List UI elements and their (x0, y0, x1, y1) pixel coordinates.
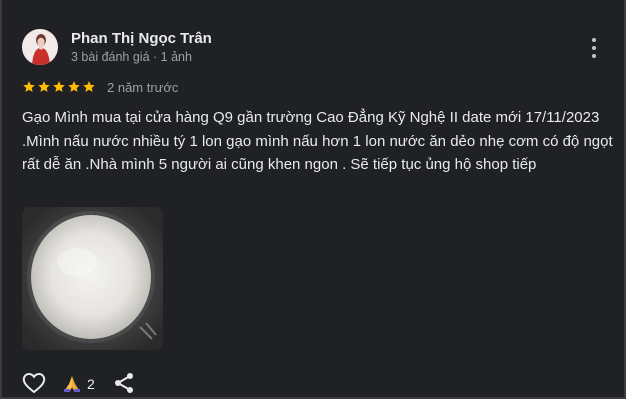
star-rating (22, 80, 96, 94)
share-button[interactable] (113, 372, 135, 394)
reaction-button[interactable]: 2 (63, 373, 95, 395)
review-photo[interactable] (22, 207, 163, 350)
author-avatar[interactable] (22, 29, 58, 65)
heart-outline-icon (22, 372, 46, 394)
more-vert-icon (592, 38, 596, 58)
review-time: 2 năm trước (107, 80, 179, 95)
like-button[interactable] (22, 372, 46, 394)
avatar-image (22, 29, 58, 65)
review-text: Gạo Mình mua tại cửa hàng Q9 gần trường … (22, 109, 613, 173)
star-icon (53, 81, 65, 92)
reaction-count: 2 (87, 376, 95, 392)
rice-photo-image (22, 207, 163, 350)
star-icon (68, 81, 80, 92)
review-card: Phan Thị Ngọc Trân 3 bài đánh giá · 1 ản… (0, 0, 626, 399)
star-icon (23, 81, 35, 92)
star-icon (38, 81, 50, 92)
more-options-button[interactable] (585, 36, 603, 60)
star-icon (83, 81, 95, 92)
praying-hands-icon (64, 376, 80, 392)
review-actions: 2 (22, 370, 222, 396)
author-name[interactable]: Phan Thị Ngọc Trân (71, 30, 212, 47)
share-icon (115, 373, 133, 393)
author-meta: 3 bài đánh giá · 1 ảnh (71, 50, 192, 64)
